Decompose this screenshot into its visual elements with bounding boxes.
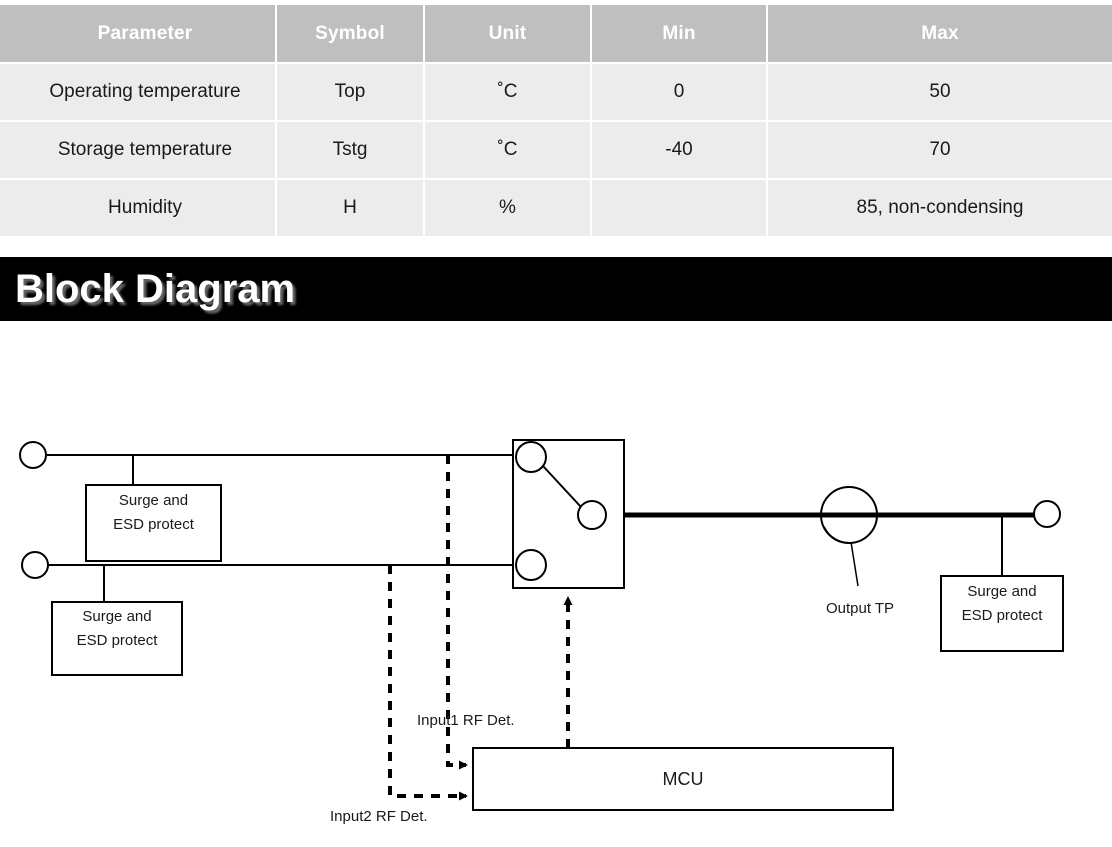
page-title: Block Diagram: [15, 267, 296, 311]
table-row: Operating temperature Top ˚C 0 50: [0, 64, 1112, 122]
input2-terminal-icon: [21, 551, 49, 579]
surge-box-2-line2: ESD protect: [77, 632, 159, 649]
switch-contact-input2-icon: [515, 549, 547, 581]
column-header-parameter: Parameter: [0, 5, 277, 64]
block-diagram: Surge and ESD protect Surge and ESD prot…: [0, 321, 1112, 847]
surge-box-3-line1: Surge and: [967, 583, 1036, 600]
table-header-row: Parameter Symbol Unit Min Max: [0, 5, 1112, 64]
input2-rf-det-label: Input2 RF Det.: [330, 808, 428, 825]
section-banner: Block Diagram: [0, 257, 1112, 321]
cell-min: 0: [592, 64, 768, 122]
cell-max: 50: [768, 64, 1112, 122]
output-terminal-icon: [1033, 500, 1061, 528]
cell-min: -40: [592, 122, 768, 180]
surge-box-3-line2: ESD protect: [962, 607, 1044, 624]
cell-symbol: Top: [277, 64, 425, 122]
cell-symbol: Tstg: [277, 122, 425, 180]
output-tp-label: Output TP: [826, 600, 894, 617]
cell-parameter: Humidity: [0, 180, 277, 238]
input2-rf-det-line: [388, 565, 468, 801]
input1-rf-det-label: Input1 RF Det.: [417, 712, 515, 729]
cell-parameter: Storage temperature: [0, 122, 277, 180]
output-tp-leader: [850, 541, 859, 587]
table-row: Humidity H % 85, non-condensing: [0, 180, 1112, 238]
column-header-symbol: Symbol: [277, 5, 425, 64]
cell-max: 85, non-condensing: [768, 180, 1112, 238]
surge-box-2-line1: Surge and: [82, 608, 151, 625]
cell-unit: ˚C: [425, 122, 592, 180]
column-header-unit: Unit: [425, 5, 592, 64]
cell-max: 70: [768, 122, 1112, 180]
mcu-label: MCU: [663, 769, 704, 789]
switch-contact-input1-icon: [515, 441, 547, 473]
cell-min: [592, 180, 768, 238]
cell-unit: ˚C: [425, 64, 592, 122]
column-header-min: Min: [592, 5, 768, 64]
cell-symbol: H: [277, 180, 425, 238]
surge-box-1-line1: Surge and: [119, 492, 188, 509]
switch-contact-output-icon: [577, 500, 607, 530]
column-header-max: Max: [768, 5, 1112, 64]
input1-terminal-icon: [19, 441, 47, 469]
cell-parameter: Operating temperature: [0, 64, 277, 122]
cell-unit: %: [425, 180, 592, 238]
specification-table: Parameter Symbol Unit Min Max Operating …: [0, 5, 1112, 238]
table-row: Storage temperature Tstg ˚C -40 70: [0, 122, 1112, 180]
surge-box-1-line2: ESD protect: [113, 516, 195, 533]
